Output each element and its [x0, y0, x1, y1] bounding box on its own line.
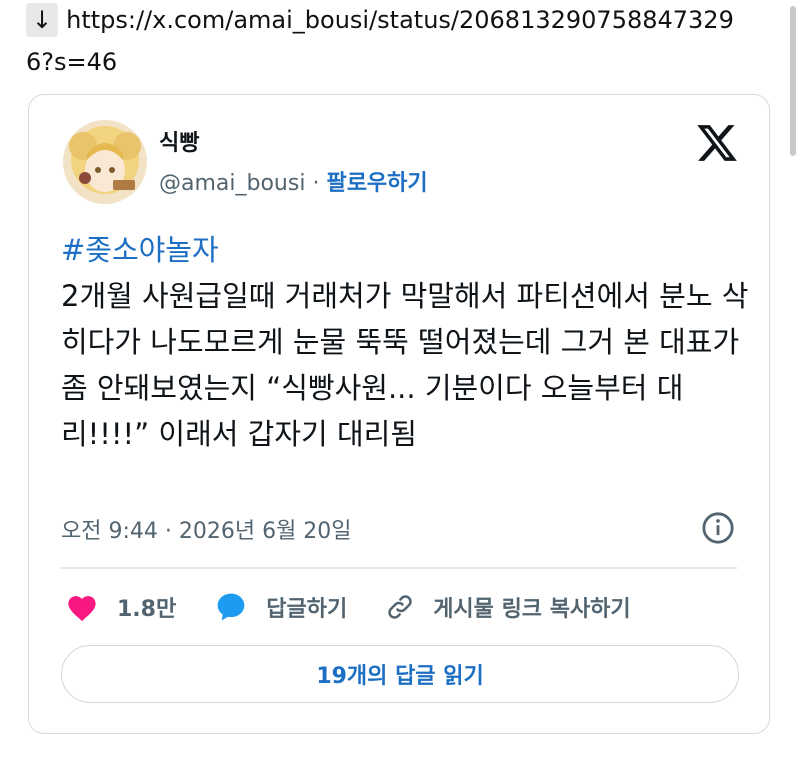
url-text[interactable]: https://x.com/amai_bousi/status/20681329… — [66, 6, 734, 34]
copy-link-label: 게시물 링크 복사하기 — [433, 597, 631, 622]
avatar[interactable] — [63, 120, 147, 204]
avatar-image — [63, 120, 147, 204]
handle-row: @amai_bousi · 팔로우하기 — [159, 165, 428, 197]
url-line-2[interactable]: 6?s=46 — [26, 48, 117, 76]
heart-icon — [68, 596, 96, 622]
display-name[interactable]: 식빵 — [159, 125, 199, 157]
reply-label: 답글하기 — [266, 597, 348, 622]
divider — [61, 567, 737, 569]
separator: · — [312, 171, 320, 196]
info-icon[interactable] — [701, 511, 735, 545]
reply-button[interactable]: 답글하기 — [214, 591, 347, 623]
url-line-1: ↓ https://x.com/amai_bousi/status/206813… — [26, 0, 734, 40]
hashtag-link[interactable]: #좆소야놀자 — [61, 227, 751, 273]
x-logo-icon[interactable] — [695, 121, 739, 165]
tweet-body: #좆소야놀자 2개월 사원급일때 거래처가 막말해서 파티션에서 분노 삭히다가… — [61, 227, 751, 457]
reply-bubble-icon — [217, 593, 245, 621]
copy-link-button[interactable]: 게시물 링크 복사하기 — [385, 591, 631, 623]
action-bar: 1.8만 답글하기 게시물 링크 복사하기 — [65, 587, 669, 627]
like-count: 1.8만 — [117, 597, 177, 622]
read-replies-button[interactable]: 19개의 답글 읽기 — [61, 645, 739, 703]
follow-button[interactable]: 팔로우하기 — [326, 171, 427, 196]
like-button[interactable]: 1.8만 — [65, 591, 176, 623]
scrollbar[interactable] — [790, 6, 796, 156]
handle[interactable]: @amai_bousi — [159, 171, 305, 196]
tweet-text: 2개월 사원급일때 거래처가 막말해서 파티션에서 분노 삭히다가 나도모르게 … — [61, 279, 749, 451]
link-icon — [388, 595, 412, 619]
tweet-card[interactable]: 식빵 @amai_bousi · 팔로우하기 #좆소야놀자 2개월 사원급일때 … — [28, 94, 770, 734]
timestamp[interactable]: 오전 9:44 · 2026년 6월 20일 — [61, 513, 352, 545]
download-arrow-icon: ↓ — [26, 3, 59, 37]
